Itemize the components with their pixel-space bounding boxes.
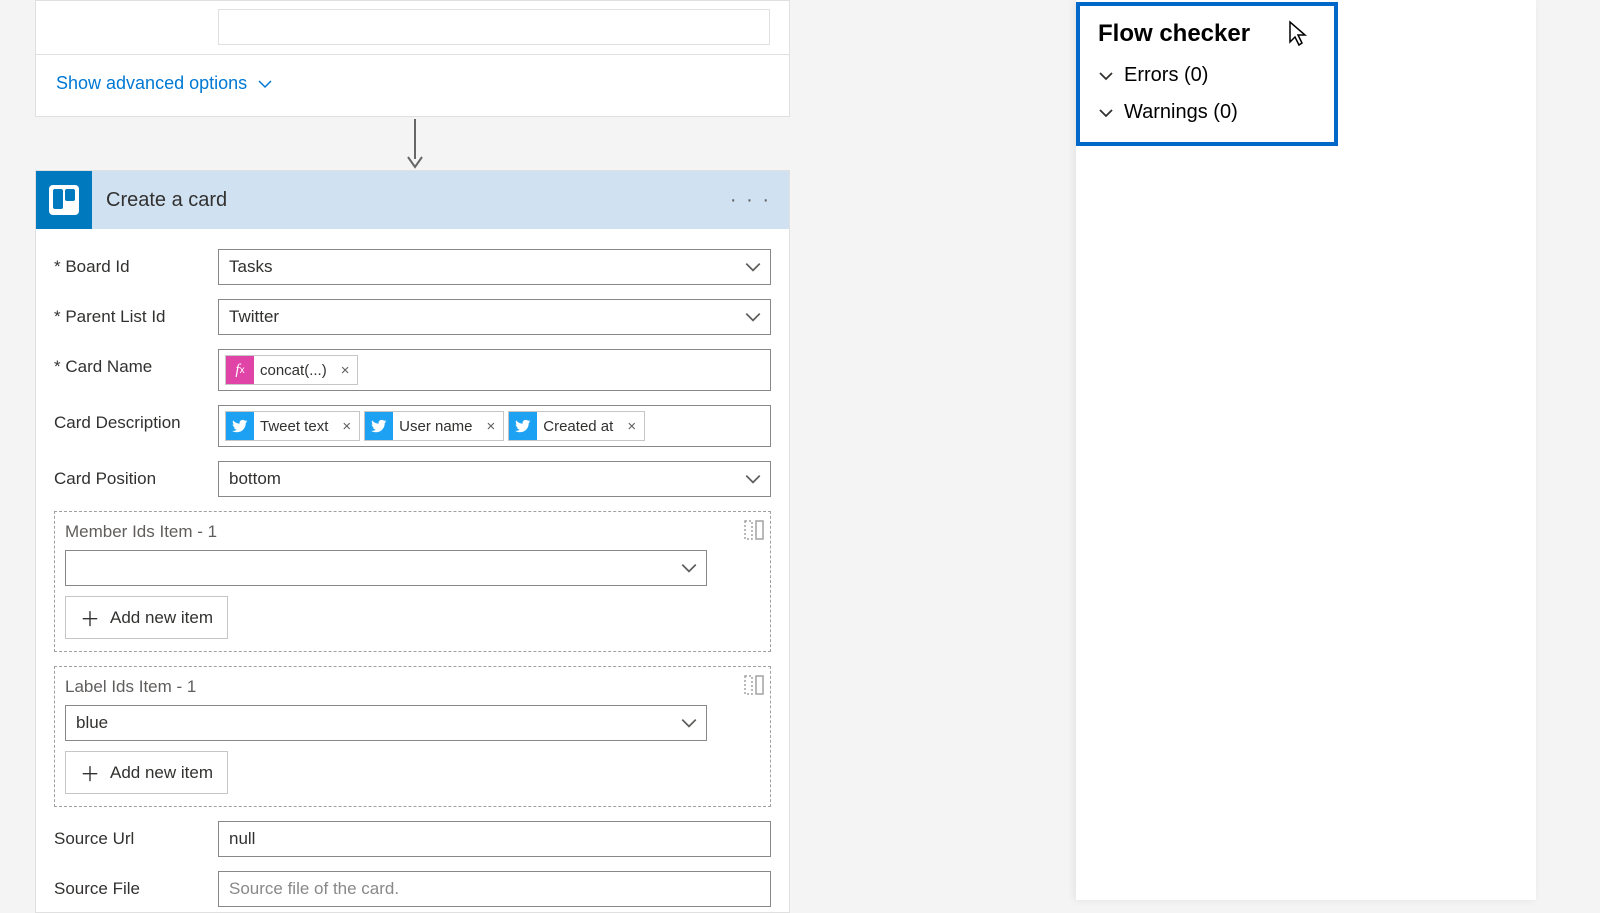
card-position-select[interactable]: bottom [218,461,771,497]
show-advanced-options-link[interactable]: Show advanced options [56,73,273,94]
chevron-down-icon [257,76,273,92]
twitter-icon [226,412,254,440]
show-advanced-label: Show advanced options [56,73,247,94]
dynamic-token-tweet-text[interactable]: Tweet text × [225,411,360,441]
chevron-down-icon [680,714,698,732]
label-ids-select[interactable]: blue [65,705,707,741]
board-id-select[interactable]: Tasks [218,249,771,285]
previous-action-panel [35,0,790,55]
flow-checker-highlight: Flow checker Errors (0) Warnings (0) [1076,2,1338,146]
remove-token-button[interactable]: × [334,418,359,435]
member-ids-select[interactable] [65,550,707,586]
chevron-down-icon [744,470,762,488]
card-description-input[interactable]: Tweet text × User name × Created at × [218,405,771,447]
chevron-down-icon [1098,105,1114,121]
add-label-id-button[interactable]: ＋ Add new item [65,751,228,794]
flow-checker-warnings-row[interactable]: Warnings (0) [1098,101,1316,124]
expression-token[interactable]: fx concat(...) × [225,355,358,385]
flow-checker-title: Flow checker [1098,20,1316,48]
dynamic-token-created-at[interactable]: Created at × [508,411,645,441]
dynamic-token-user-name[interactable]: User name × [364,411,504,441]
flow-arrow-icon [405,119,425,169]
action-header[interactable]: Create a card · · · [36,171,789,229]
action-title: Create a card [106,189,730,212]
twitter-icon [365,412,393,440]
label-source-file: Source File [54,871,218,899]
previous-action-footer: Show advanced options [35,55,790,117]
more-menu-button[interactable]: · · · [730,189,771,212]
label-ids-section: Label Ids Item - 1 blue ＋ Add new item [54,666,771,807]
trello-icon [36,171,92,229]
remove-token-button[interactable]: × [619,418,644,435]
source-url-input[interactable]: null [218,821,771,857]
source-file-input[interactable]: Source file of the card. [218,871,771,907]
chevron-down-icon [744,308,762,326]
chevron-down-icon [744,258,762,276]
label-ids-title: Label Ids Item - 1 [65,677,760,697]
fx-icon: fx [226,356,254,384]
label-card-position: Card Position [54,461,218,489]
twitter-icon [509,412,537,440]
remove-token-button[interactable]: × [333,362,358,379]
label-card-description: Card Description [54,405,218,433]
chevron-down-icon [1098,68,1114,84]
label-board-id: Board Id [54,249,218,277]
member-ids-section: Member Ids Item - 1 ＋ Add new item [54,511,771,652]
flow-checker-errors-row[interactable]: Errors (0) [1098,64,1316,87]
switch-array-mode-button[interactable] [742,673,766,697]
member-ids-title: Member Ids Item - 1 [65,522,760,542]
plus-icon: ＋ [80,758,100,787]
card-name-input[interactable]: fx concat(...) × [218,349,771,391]
add-member-id-button[interactable]: ＋ Add new item [65,596,228,639]
label-source-url: Source Url [54,821,218,849]
parent-list-id-select[interactable]: Twitter [218,299,771,335]
switch-array-mode-button[interactable] [742,518,766,542]
action-card-create: Create a card · · · Board Id Tasks Paren… [35,170,790,913]
label-card-name: Card Name [54,349,218,377]
label-parent-list-id: Parent List Id [54,299,218,327]
remove-token-button[interactable]: × [479,418,504,435]
plus-icon: ＋ [80,603,100,632]
chevron-down-icon [680,559,698,577]
